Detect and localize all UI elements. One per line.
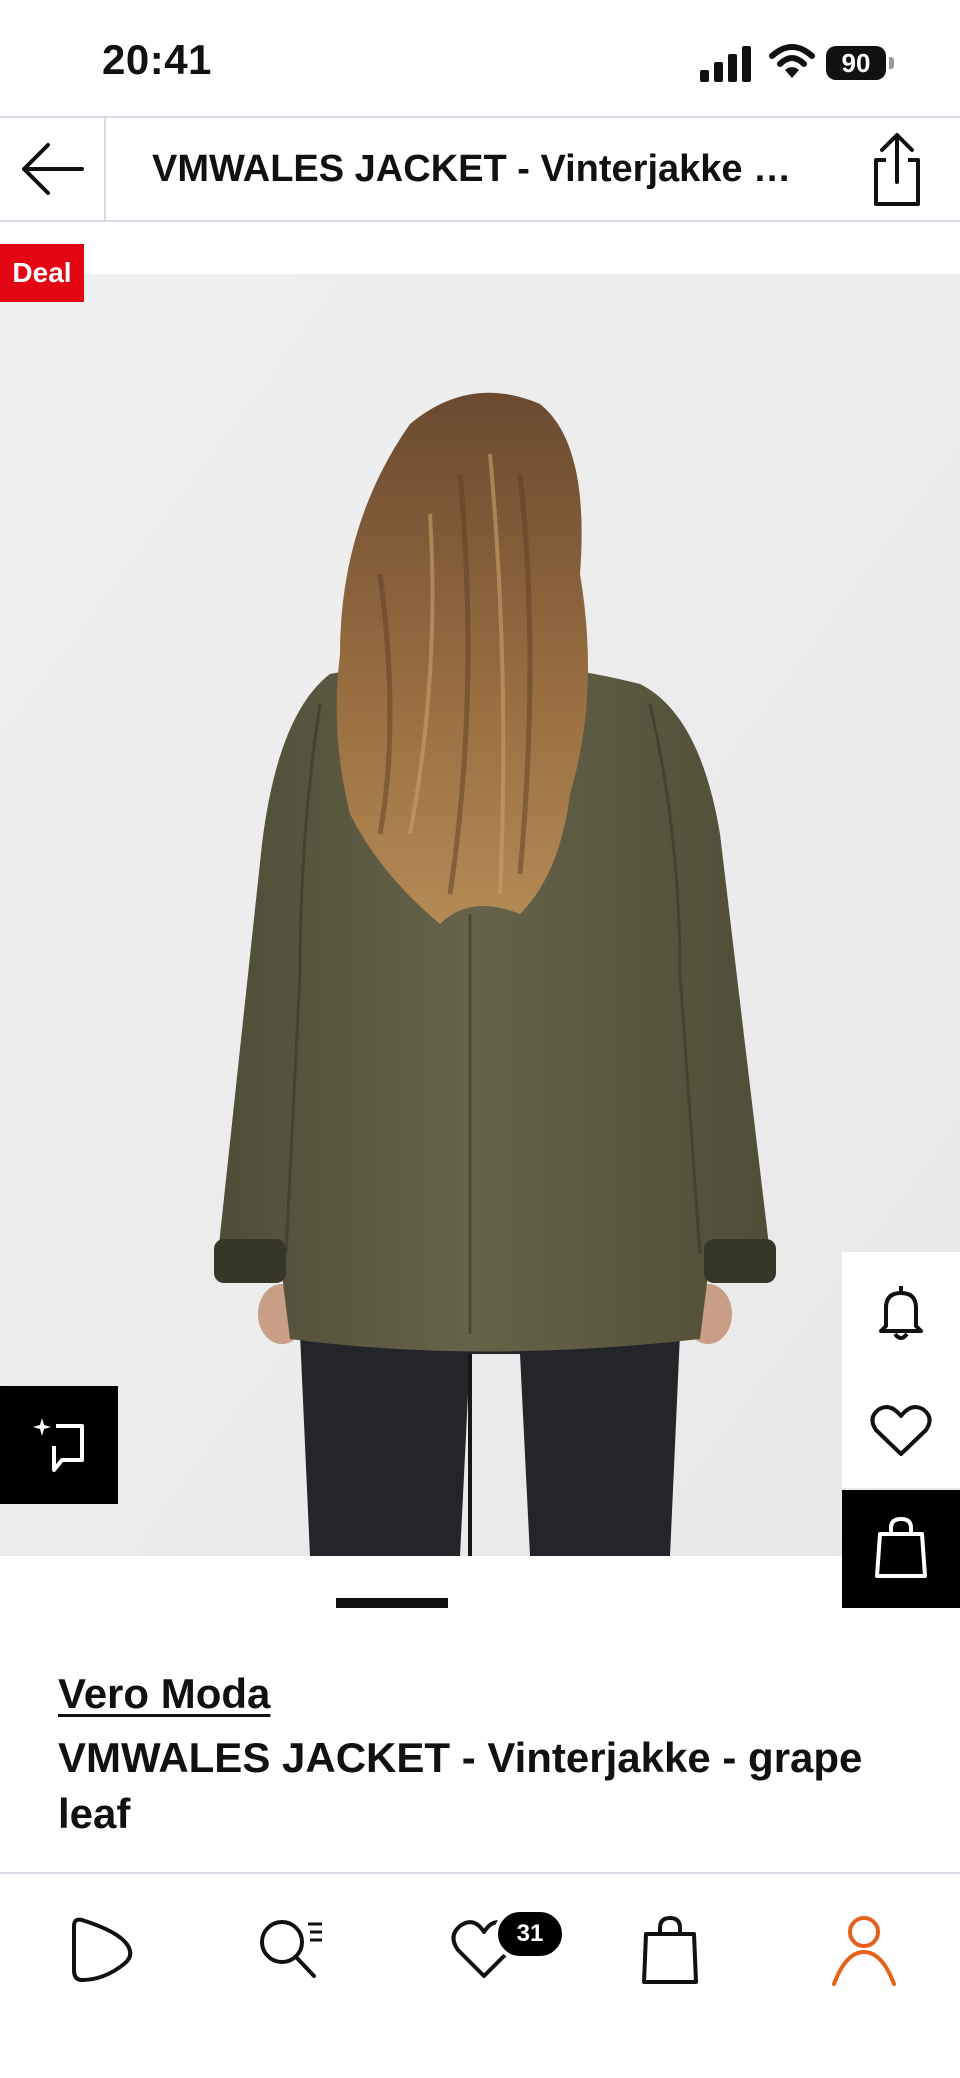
product-image[interactable]	[0, 274, 960, 1556]
notify-button[interactable]	[842, 1252, 960, 1370]
wifi-icon	[769, 44, 815, 78]
share-icon[interactable]	[862, 130, 932, 210]
back-button[interactable]	[0, 118, 106, 220]
product-photo	[0, 274, 960, 1556]
product-name: VMWALES JACKET - Vinterjakke - grape lea…	[58, 1734, 863, 1837]
tab-home-icon[interactable]	[64, 1910, 144, 1990]
bottom-tab-bar	[0, 1872, 960, 2078]
bell-icon	[879, 1286, 923, 1340]
add-to-bag-button[interactable]	[842, 1490, 960, 1608]
battery-indicator: 90	[826, 46, 896, 82]
view-in-room-button[interactable]	[0, 1386, 118, 1504]
sparkle-frame-icon	[33, 1418, 84, 1472]
tab-bag-icon[interactable]	[630, 1910, 710, 1990]
arrow-left-icon	[22, 143, 84, 195]
battery-level: 90	[841, 48, 871, 78]
wishlist-count-badge: 31	[494, 1908, 566, 1960]
deal-badge: Deal	[0, 244, 84, 302]
wishlist-button[interactable]	[842, 1370, 960, 1488]
status-time: 20:41	[102, 36, 212, 83]
status-bar: 20:41 90	[0, 0, 960, 116]
shopping-bag-icon	[875, 1516, 927, 1578]
tab-search-icon[interactable]	[252, 1910, 332, 1990]
cellular-signal-icon	[700, 46, 751, 82]
brand-link[interactable]: Vero Moda	[58, 1670, 270, 1718]
top-navigation-bar: VMWALES JACKET - Vinterjakke - grape lea…	[0, 116, 960, 222]
carousel-indicator	[336, 1598, 448, 1608]
heart-icon	[870, 1405, 932, 1456]
side-action-panel	[842, 1252, 960, 1608]
page-title: VMWALES JACKET - Vinterjakke - grape lea…	[152, 148, 792, 190]
tab-profile-icon[interactable]	[824, 1910, 904, 1990]
